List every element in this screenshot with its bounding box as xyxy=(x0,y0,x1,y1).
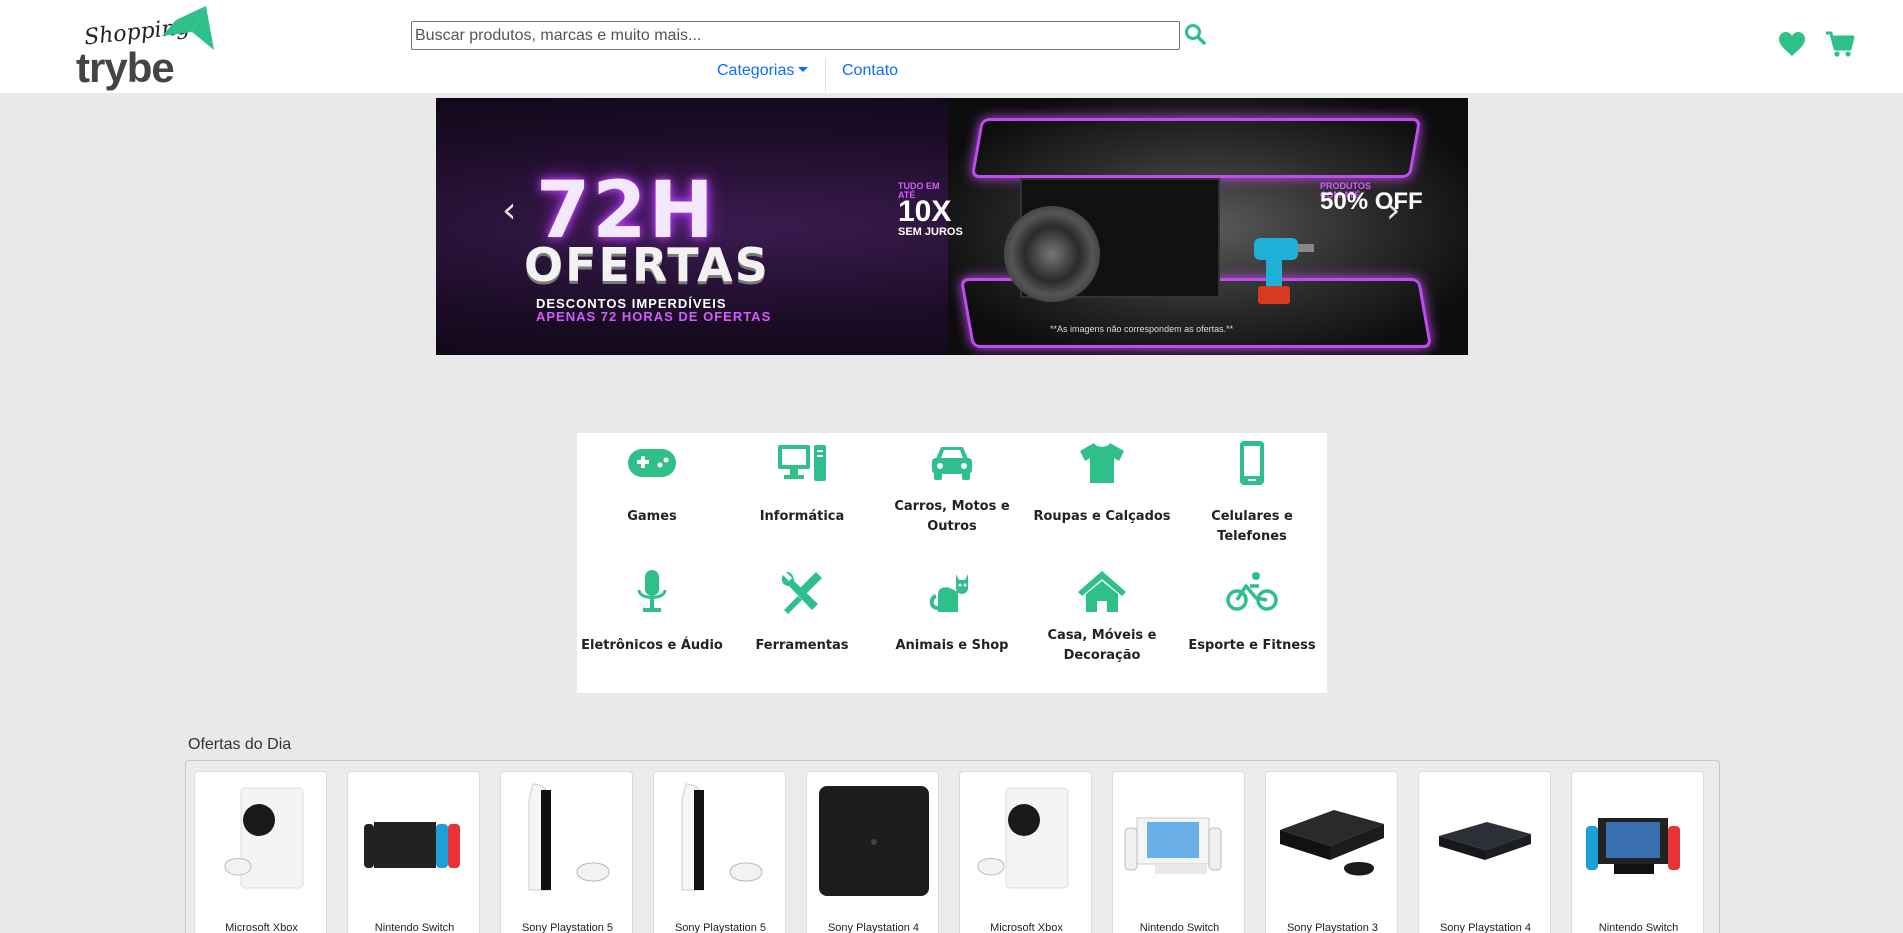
offers-carousel: Microsoft Xbox Nintendo Switch Sony Play… xyxy=(185,760,1720,933)
category-informatica[interactable]: Informática xyxy=(727,439,877,527)
product-name: Sony Playstation 4 xyxy=(1439,922,1532,933)
category-label: Informática xyxy=(759,509,845,524)
category-label: Carros, Motos e Outros xyxy=(894,499,1010,534)
category-celulares[interactable]: Celulares e Telefones xyxy=(1177,439,1327,547)
banner-promo1-bottom: SEM JUROS xyxy=(898,226,963,238)
carousel-prev-icon[interactable]: ‹ xyxy=(502,190,516,231)
product-image xyxy=(364,822,460,868)
offers-title: Ofertas do Dia xyxy=(188,736,292,753)
product-card[interactable]: Microsoft Xbox xyxy=(959,771,1092,933)
product-image xyxy=(1439,822,1531,860)
product-card[interactable]: Nintendo Switch xyxy=(1571,771,1704,933)
cart-icon[interactable] xyxy=(1825,30,1855,58)
product-name: Nintendo Switch xyxy=(374,922,455,933)
product-card[interactable]: Nintendo Switch xyxy=(347,771,480,933)
product-image xyxy=(224,787,304,889)
site-logo[interactable]: Shopping trybe xyxy=(74,6,214,91)
product-image xyxy=(819,786,929,896)
product-image xyxy=(977,787,1069,889)
product-card[interactable]: Sony Playstation 5 xyxy=(653,771,786,933)
category-label: Esporte e Fitness xyxy=(1188,638,1316,653)
product-card[interactable]: Sony Playstation 3 xyxy=(1265,771,1398,933)
search-input[interactable] xyxy=(411,21,1180,50)
banner-neon-ring xyxy=(970,118,1422,178)
product-name: Nintendo Switch xyxy=(1139,922,1220,933)
tools-icon xyxy=(781,571,822,614)
category-esporte[interactable]: Esporte e Fitness xyxy=(1177,568,1327,656)
site-header: Shopping trybe Categorias Contato xyxy=(0,0,1903,93)
nav-contact-link[interactable]: Contato xyxy=(825,58,898,92)
category-label: Roupas e Calçados xyxy=(1033,509,1171,524)
product-name: Microsoft Xbox xyxy=(990,922,1063,933)
category-roupas[interactable]: Roupas e Calçados xyxy=(1027,439,1177,527)
caret-down-icon xyxy=(798,67,809,72)
category-casa[interactable]: Casa, Móveis e Decoração xyxy=(1027,568,1177,666)
product-card[interactable]: Sony Playstation 4 xyxy=(806,771,939,933)
product-image xyxy=(1586,818,1680,874)
product-image xyxy=(681,783,763,891)
gamepad-icon xyxy=(628,449,676,477)
category-label: Eletrônicos e Áudio xyxy=(581,638,723,653)
nav-contact-label: Contato xyxy=(842,62,899,79)
logo-word-text: trybe xyxy=(76,44,175,91)
heart-icon[interactable] xyxy=(1777,30,1807,58)
product-image xyxy=(528,783,610,891)
category-carros[interactable]: Carros, Motos e Outros xyxy=(877,439,1027,537)
car-icon xyxy=(932,447,972,480)
category-eletronicos[interactable]: Eletrônicos e Áudio xyxy=(577,568,727,656)
category-label: Celulares e Telefones xyxy=(1211,509,1293,544)
category-animais[interactable]: Animais e Shop xyxy=(877,568,1027,656)
category-games[interactable]: Games xyxy=(577,439,727,527)
product-card[interactable]: Sony Playstation 5 xyxy=(500,771,633,933)
search-icon[interactable] xyxy=(1183,22,1207,46)
product-card[interactable]: Sony Playstation 4 xyxy=(1418,771,1551,933)
banner-subheadline: OFERTAS xyxy=(524,238,770,292)
category-ferramentas[interactable]: Ferramentas xyxy=(727,568,877,656)
banner-desc-line2: APENAS 72 HORAS DE OFERTAS xyxy=(536,309,772,324)
promo-banner-carousel[interactable]: 72H OFERTAS DESCONTOS IMPERDÍVEIS APENAS… xyxy=(436,98,1468,355)
category-label: Games xyxy=(627,509,677,524)
product-name: Sony Playstation 4 xyxy=(827,922,920,933)
cat-icon xyxy=(929,574,968,612)
nav-categories-label: Categorias xyxy=(717,62,795,79)
banner-promo2-big: 50% OFF xyxy=(1320,188,1423,215)
category-label: Casa, Móveis e Decoração xyxy=(1047,628,1157,663)
banner-disclaimer: **As imagens não correspondem as ofertas… xyxy=(1050,324,1234,334)
banner-drill-image xyxy=(1254,238,1314,304)
phone-icon xyxy=(1240,441,1264,485)
product-name: Sony Playstation 5 xyxy=(521,922,614,933)
product-name: Sony Playstation 3 xyxy=(1286,922,1379,933)
product-card[interactable]: Microsoft Xbox xyxy=(194,771,327,933)
computer-icon xyxy=(778,445,826,481)
house-icon xyxy=(1078,571,1126,612)
bicycle-icon xyxy=(1226,572,1278,611)
categories-panel: Games Informática Carros, Motos e Outros… xyxy=(577,433,1327,693)
product-card[interactable]: Nintendo Switch xyxy=(1112,771,1245,933)
plane-logo-icon xyxy=(162,6,214,50)
banner-promo1-big: 10X xyxy=(898,195,952,228)
category-label: Ferramentas xyxy=(755,638,849,653)
product-image xyxy=(1124,817,1222,874)
search-bar xyxy=(411,21,1180,50)
banner-fan-image xyxy=(1004,206,1100,302)
product-name: Sony Playstation 5 xyxy=(674,922,767,933)
nav-categories-dropdown[interactable]: Categorias xyxy=(717,62,809,92)
shirt-icon xyxy=(1080,443,1124,483)
product-name: Microsoft Xbox xyxy=(225,922,298,933)
carousel-next-icon[interactable]: › xyxy=(1386,190,1400,231)
category-label: Animais e Shop xyxy=(895,638,1009,653)
product-name: Nintendo Switch xyxy=(1598,922,1679,933)
product-image xyxy=(1280,810,1384,876)
microphone-icon xyxy=(637,570,667,612)
